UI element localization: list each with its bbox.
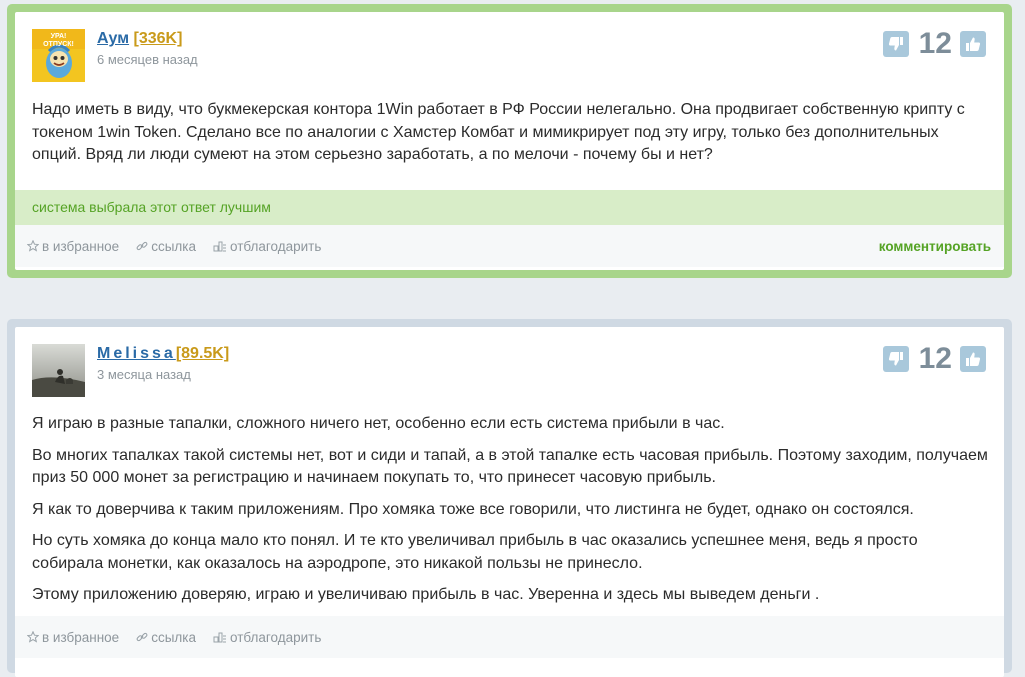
thumb-down-icon [888, 37, 903, 51]
thank-link[interactable]: отблагодарить [213, 630, 321, 645]
favorite-link[interactable]: в избранное [27, 239, 119, 254]
author-line: Аум [336K] [97, 30, 182, 48]
share-label: ссылка [151, 629, 196, 645]
comment-link[interactable]: комментировать [879, 239, 991, 254]
avatar-caption-top: УРА! [51, 33, 67, 40]
favorite-label: в избранное [42, 629, 120, 645]
dislike-button[interactable] [882, 346, 909, 372]
thank-label: отблагодарить [229, 238, 322, 254]
dislike-button[interactable] [882, 31, 909, 57]
author-score[interactable]: [89.5K] [176, 345, 229, 362]
thank-label: отблагодарить [229, 629, 322, 645]
thank-icon [213, 632, 226, 643]
rating-count: 12 [918, 342, 952, 375]
answer-paragraph: Этому приложению доверяю, играю и увелич… [32, 586, 820, 603]
answer-text: Надо иметь в виду, что букмекерская конт… [32, 99, 990, 176]
author-line: Melissa[89.5K] [97, 345, 229, 363]
thank-link[interactable]: отблагодарить [213, 239, 321, 254]
answer-card: Melissa[89.5K] 3 месяца назад 12 Я играю… [15, 327, 1004, 677]
answer: Melissa[89.5K] 3 месяца назад 12 Я играю… [7, 319, 1012, 677]
link-icon [136, 632, 148, 642]
like-button[interactable] [960, 346, 986, 372]
vote-box: 12 [882, 341, 986, 377]
thumb-down-icon [888, 352, 903, 366]
share-label: ссылка [151, 238, 196, 254]
thank-icon [213, 241, 226, 252]
answer-text: Я играю в разные тапалки, сложного ничег… [32, 413, 990, 616]
share-link[interactable]: ссылка [136, 239, 196, 254]
avatar[interactable]: УРА! ОТПУСК! [32, 29, 85, 82]
star-icon [27, 240, 39, 252]
post-time: 6 месяцев назад [97, 52, 198, 67]
link-icon [136, 241, 148, 251]
best-answer-label: система выбрала этот ответ лучшим [15, 190, 1004, 225]
best-answer: УРА! ОТПУСК! Аум [336K] 6 месяцев назад … [7, 4, 1012, 278]
avatar-caption-bottom: ОТПУСК! [43, 41, 74, 48]
vote-box: 12 [882, 26, 986, 62]
answer-card: УРА! ОТПУСК! Аум [336K] 6 месяцев назад … [15, 12, 1004, 270]
answer-footer: в избранное ссылка отблагодарить коммент… [15, 225, 1004, 267]
answer-footer: в избранное ссылка отблагодарить [15, 616, 1004, 658]
like-button[interactable] [960, 31, 986, 57]
author-name[interactable]: Melissa [97, 345, 176, 362]
post-time: 3 месяца назад [97, 367, 191, 382]
thumb-up-icon [966, 352, 981, 366]
answer-paragraph: Я как то доверчива к таким приложениям. … [32, 500, 914, 518]
answer-paragraph: Но суть хомяка до конца мало кто понял. … [32, 532, 918, 572]
star-icon [27, 631, 39, 643]
answer-paragraph: Надо иметь в виду, что букмекерская конт… [32, 101, 965, 163]
thumb-up-icon [966, 37, 981, 51]
favorite-label: в избранное [42, 238, 120, 254]
author-name[interactable]: Аум [97, 30, 129, 47]
answer-paragraph: Во многих тапалках такой системы нет, во… [32, 446, 988, 487]
answer-paragraph: Я играю в разные тапалки, сложного ничег… [32, 415, 725, 432]
rating-count: 12 [918, 27, 952, 60]
share-link[interactable]: ссылка [136, 630, 196, 645]
favorite-link[interactable]: в избранное [27, 630, 119, 645]
author-score[interactable]: [336K] [134, 30, 183, 47]
avatar[interactable] [32, 344, 85, 397]
